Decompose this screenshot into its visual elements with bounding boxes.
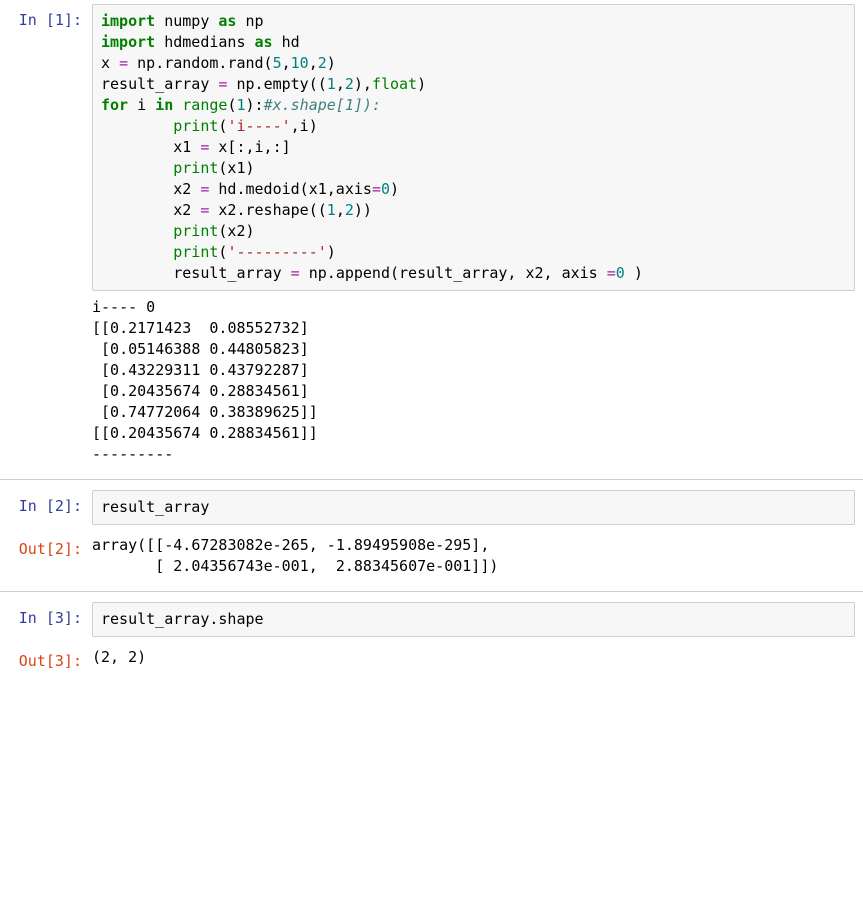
code-cell: In [2]: result_array [0, 479, 863, 529]
code-input[interactable]: import numpy as np import hdmedians as h… [92, 4, 855, 291]
input-prompt: In [1]: [0, 4, 92, 467]
output-row: Out[3]: (2, 2) [0, 641, 863, 676]
cell-content: array([[-4.67283082e-265, -1.89495908e-2… [92, 533, 863, 579]
output-prompt: Out[3]: [0, 645, 92, 672]
code-cell: In [3]: result_array.shape [0, 591, 863, 641]
result-output: (2, 2) [92, 645, 855, 670]
output-row: Out[2]: array([[-4.67283082e-265, -1.894… [0, 529, 863, 583]
code-cell: In [1]: import numpy as np import hdmedi… [0, 0, 863, 471]
result-output: array([[-4.67283082e-265, -1.89495908e-2… [92, 533, 855, 579]
output-prompt: Out[2]: [0, 533, 92, 579]
stdout-output: i---- 0 [[0.2171423 0.08552732] [0.05146… [92, 291, 855, 467]
cell-content: (2, 2) [92, 645, 863, 672]
code-input[interactable]: result_array.shape [92, 602, 855, 637]
input-prompt: In [3]: [0, 602, 92, 637]
code-input[interactable]: result_array [92, 490, 855, 525]
input-prompt: In [2]: [0, 490, 92, 525]
cell-content: result_array.shape [92, 602, 863, 637]
cell-content: result_array [92, 490, 863, 525]
cell-content: import numpy as np import hdmedians as h… [92, 4, 863, 467]
